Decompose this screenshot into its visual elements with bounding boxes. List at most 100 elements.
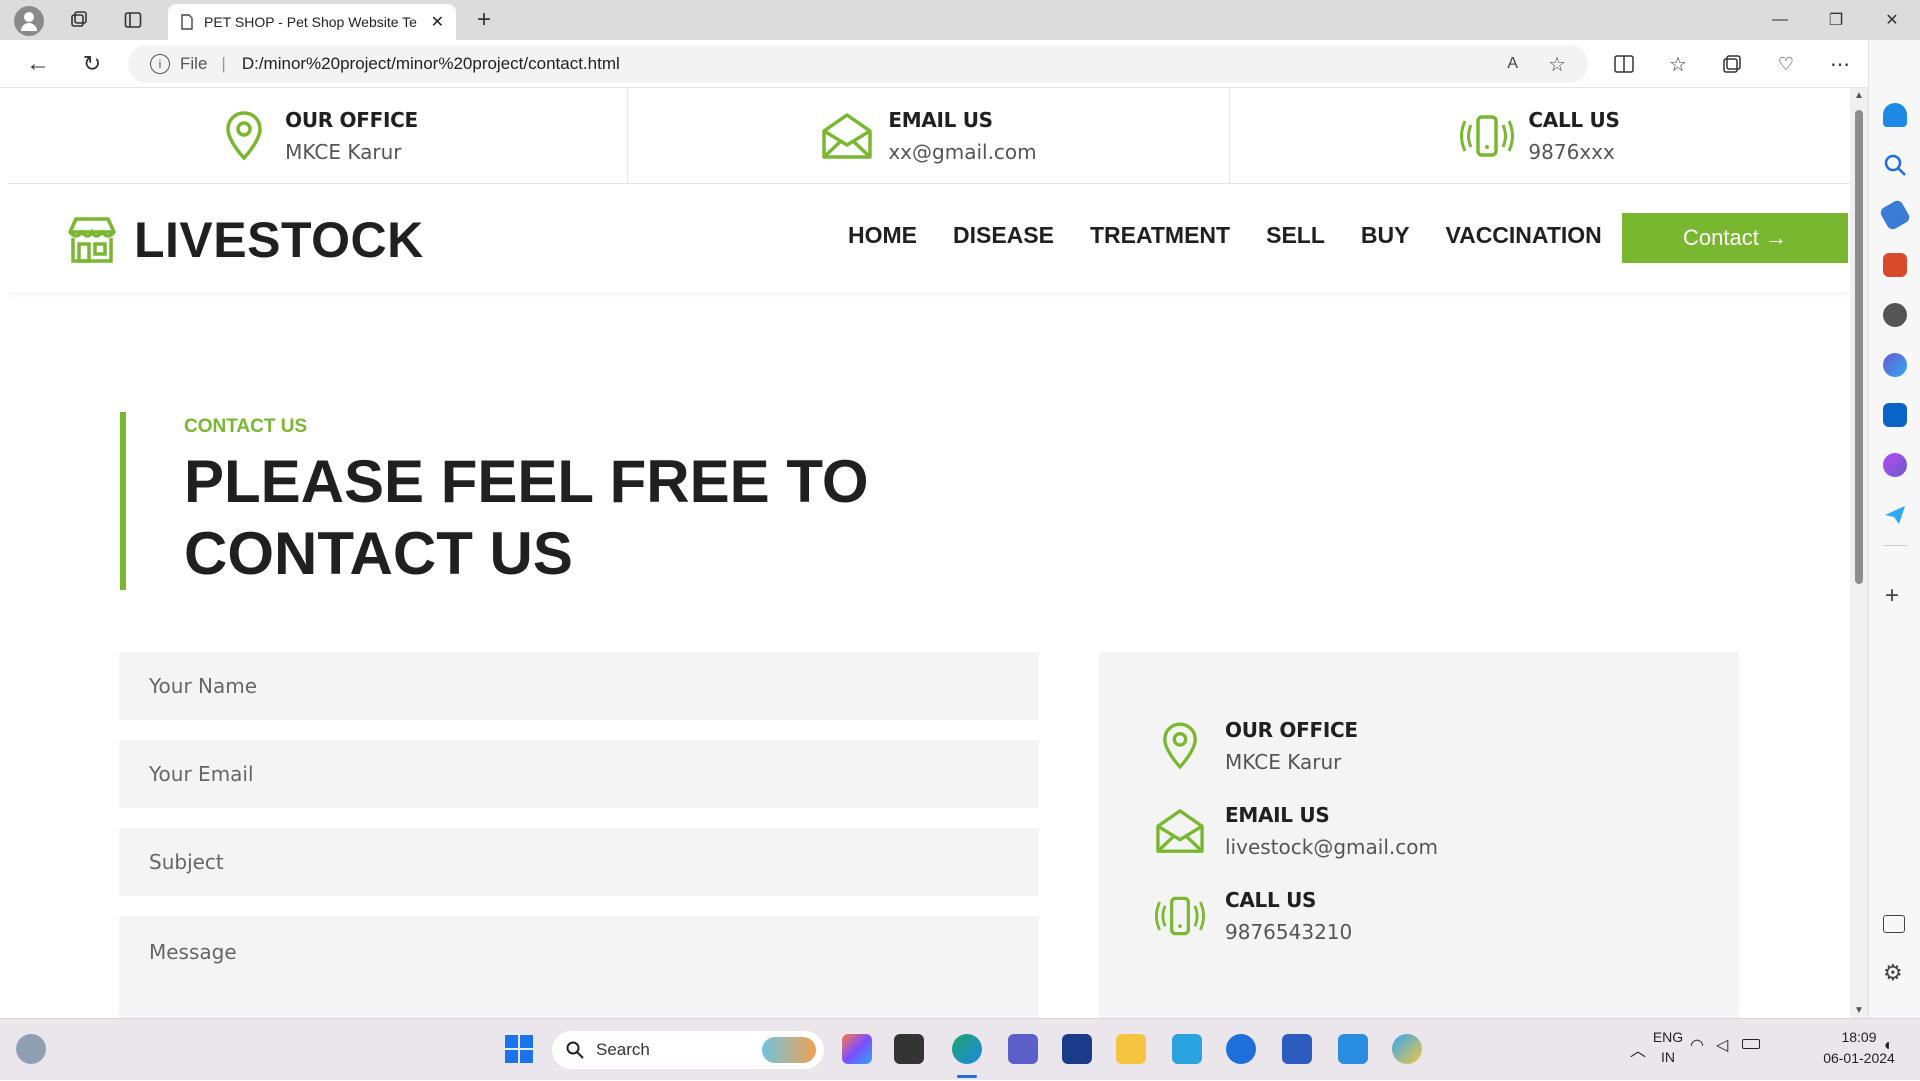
language-indicator[interactable]: ENG IN bbox=[1638, 1027, 1698, 1067]
browser-tab-bar: PET SHOP - Pet Shop Website Te ✕ + — ❐ ✕ bbox=[0, 0, 1920, 40]
store-icon bbox=[68, 217, 116, 263]
nav-treatment[interactable]: TREATMENT bbox=[1090, 222, 1230, 249]
restore-icon[interactable]: ❐ bbox=[1816, 6, 1856, 34]
teams-icon[interactable] bbox=[1008, 1034, 1038, 1064]
paint-icon[interactable] bbox=[1392, 1034, 1422, 1064]
contact-topbar: OUR OFFICE MKCE Karur EMAIL US xx@gmail.… bbox=[8, 88, 1850, 184]
search-label: Search bbox=[596, 1040, 650, 1059]
volume-icon[interactable]: ◁ bbox=[1716, 1035, 1728, 1055]
collections-icon[interactable] bbox=[1720, 52, 1744, 76]
edge-browser-icon[interactable] bbox=[952, 1034, 982, 1064]
main-navbar: LIVESTOCK HOME DISEASE TREATMENT SELL BU… bbox=[8, 184, 1850, 292]
split-screen-icon[interactable] bbox=[1612, 52, 1636, 76]
notification-bell-icon[interactable]: ◐ bbox=[1884, 1037, 1894, 1055]
favorites-icon[interactable]: ☆ bbox=[1666, 52, 1690, 76]
info-office-text: MKCE Karur bbox=[1225, 750, 1342, 774]
wifi-icon[interactable]: ◠ bbox=[1690, 1035, 1704, 1055]
info-office: OUR OFFICE MKCE Karur bbox=[1155, 718, 1358, 774]
taskbar-search[interactable]: Search bbox=[552, 1031, 824, 1069]
call-title: CALL US bbox=[1528, 108, 1620, 132]
refresh-icon[interactable]: ↻ bbox=[78, 50, 106, 78]
page-scrollbar[interactable]: ▲ ▼ bbox=[1850, 88, 1868, 1018]
office-text: MKCE Karur bbox=[285, 140, 402, 164]
title-line-2: CONTACT US bbox=[184, 520, 573, 587]
section-eyebrow: CONTACT US bbox=[184, 416, 308, 437]
back-icon[interactable]: ← bbox=[24, 50, 52, 78]
sidebar-divider bbox=[1883, 545, 1907, 546]
start-windows-icon[interactable] bbox=[504, 1034, 534, 1064]
battery-icon[interactable] bbox=[1742, 1039, 1760, 1049]
webpage: OUR OFFICE MKCE Karur EMAIL US xx@gmail.… bbox=[8, 88, 1850, 1018]
terminal-icon[interactable] bbox=[894, 1034, 924, 1064]
vscode-icon[interactable] bbox=[1338, 1034, 1368, 1064]
url-text: D:/minor%20project/minor%20project/conta… bbox=[241, 54, 620, 73]
info-email-text: livestock@gmail.com bbox=[1225, 835, 1438, 859]
read-aloud-icon[interactable]: A bbox=[1507, 55, 1518, 73]
favorite-star-icon[interactable]: ☆ bbox=[1548, 52, 1566, 77]
outlook-icon[interactable] bbox=[1883, 403, 1907, 427]
envelope-icon bbox=[820, 109, 874, 163]
sidebar-toggle-icon[interactable] bbox=[1883, 915, 1905, 933]
topbar-office: OUR OFFICE MKCE Karur bbox=[8, 88, 628, 184]
weather-icon[interactable] bbox=[16, 1034, 46, 1064]
shopping-tag-icon[interactable] bbox=[1878, 198, 1912, 232]
topbar-email: EMAIL US xx@gmail.com bbox=[628, 88, 1230, 184]
address-bar: ← ↻ i File | D:/minor%20project/minor%20… bbox=[0, 40, 1920, 88]
help-icon[interactable] bbox=[1226, 1034, 1256, 1064]
title-line-1: PLEASE FEEL FREE TO bbox=[184, 448, 869, 515]
clock[interactable]: 18:09 06-01-2024 bbox=[1804, 1027, 1914, 1069]
games-icon[interactable] bbox=[1883, 303, 1907, 327]
notifications-icon[interactable] bbox=[1883, 103, 1907, 127]
clock-date: 06-01-2024 bbox=[1823, 1050, 1895, 1066]
nav-sell[interactable]: SELL bbox=[1266, 222, 1325, 249]
phone-vibrate-icon bbox=[1155, 891, 1205, 941]
send-icon[interactable] bbox=[1883, 503, 1907, 527]
info-call-title: CALL US bbox=[1225, 888, 1317, 912]
search-icon[interactable] bbox=[1883, 153, 1907, 177]
subject-input[interactable] bbox=[119, 828, 1039, 896]
call-text: 9876xxx bbox=[1528, 140, 1615, 164]
vertical-tabs-icon[interactable] bbox=[120, 8, 146, 32]
new-tab-icon[interactable]: + bbox=[470, 6, 498, 34]
tools-icon[interactable] bbox=[1883, 253, 1907, 277]
store-app-icon[interactable] bbox=[1062, 1034, 1092, 1064]
more-menu-icon[interactable]: ⋯ bbox=[1828, 52, 1852, 76]
page-title: PLEASE FEEL FREE TO CONTACT US bbox=[184, 446, 869, 590]
settings-gear-icon[interactable]: ⚙ bbox=[1883, 960, 1903, 986]
nav-home[interactable]: HOME bbox=[848, 222, 917, 249]
word-icon[interactable] bbox=[1282, 1034, 1312, 1064]
workspaces-icon[interactable] bbox=[66, 8, 92, 32]
search-highlight-icon bbox=[762, 1037, 816, 1063]
nav-buy[interactable]: BUY bbox=[1361, 222, 1410, 249]
scroll-up-icon[interactable]: ▲ bbox=[1854, 90, 1864, 101]
minimize-icon[interactable]: — bbox=[1760, 6, 1800, 34]
edge-sidebar: + ⚙ bbox=[1868, 40, 1920, 1018]
nav-vaccination[interactable]: VACCINATION bbox=[1445, 222, 1601, 249]
message-textarea[interactable] bbox=[119, 916, 1039, 1018]
page-icon bbox=[181, 14, 193, 30]
email-text: xx@gmail.com bbox=[888, 140, 1037, 164]
close-tab-icon[interactable]: ✕ bbox=[431, 12, 444, 32]
office-icon[interactable] bbox=[1883, 353, 1907, 377]
close-window-icon[interactable]: ✕ bbox=[1872, 6, 1912, 34]
lang-bottom: IN bbox=[1661, 1049, 1675, 1065]
file-explorer-icon[interactable] bbox=[1116, 1034, 1146, 1064]
add-icon[interactable]: + bbox=[1885, 582, 1899, 610]
scroll-thumb[interactable] bbox=[1855, 110, 1863, 584]
scroll-down-icon[interactable]: ▼ bbox=[1854, 1005, 1864, 1016]
performance-icon[interactable]: ♡ bbox=[1774, 52, 1798, 76]
myhp-icon[interactable] bbox=[1172, 1034, 1202, 1064]
info-icon[interactable]: i bbox=[150, 54, 170, 74]
email-input[interactable] bbox=[119, 740, 1039, 808]
designer-icon[interactable] bbox=[1883, 453, 1907, 477]
brand-name: LIVESTOCK bbox=[134, 212, 424, 268]
site-logo[interactable]: LIVESTOCK bbox=[66, 211, 424, 269]
url-field[interactable]: i File | D:/minor%20project/minor%20proj… bbox=[128, 45, 1588, 83]
contact-button[interactable]: Contact → bbox=[1622, 213, 1848, 263]
name-input[interactable] bbox=[119, 652, 1039, 720]
nav-disease[interactable]: DISEASE bbox=[953, 222, 1054, 249]
profile-icon[interactable] bbox=[14, 6, 44, 36]
copilot-preview-icon[interactable] bbox=[842, 1034, 872, 1064]
active-tab[interactable]: PET SHOP - Pet Shop Website Te ✕ bbox=[168, 4, 456, 40]
contact-heading: CONTACT US PLEASE FEEL FREE TO CONTACT U… bbox=[120, 412, 869, 590]
